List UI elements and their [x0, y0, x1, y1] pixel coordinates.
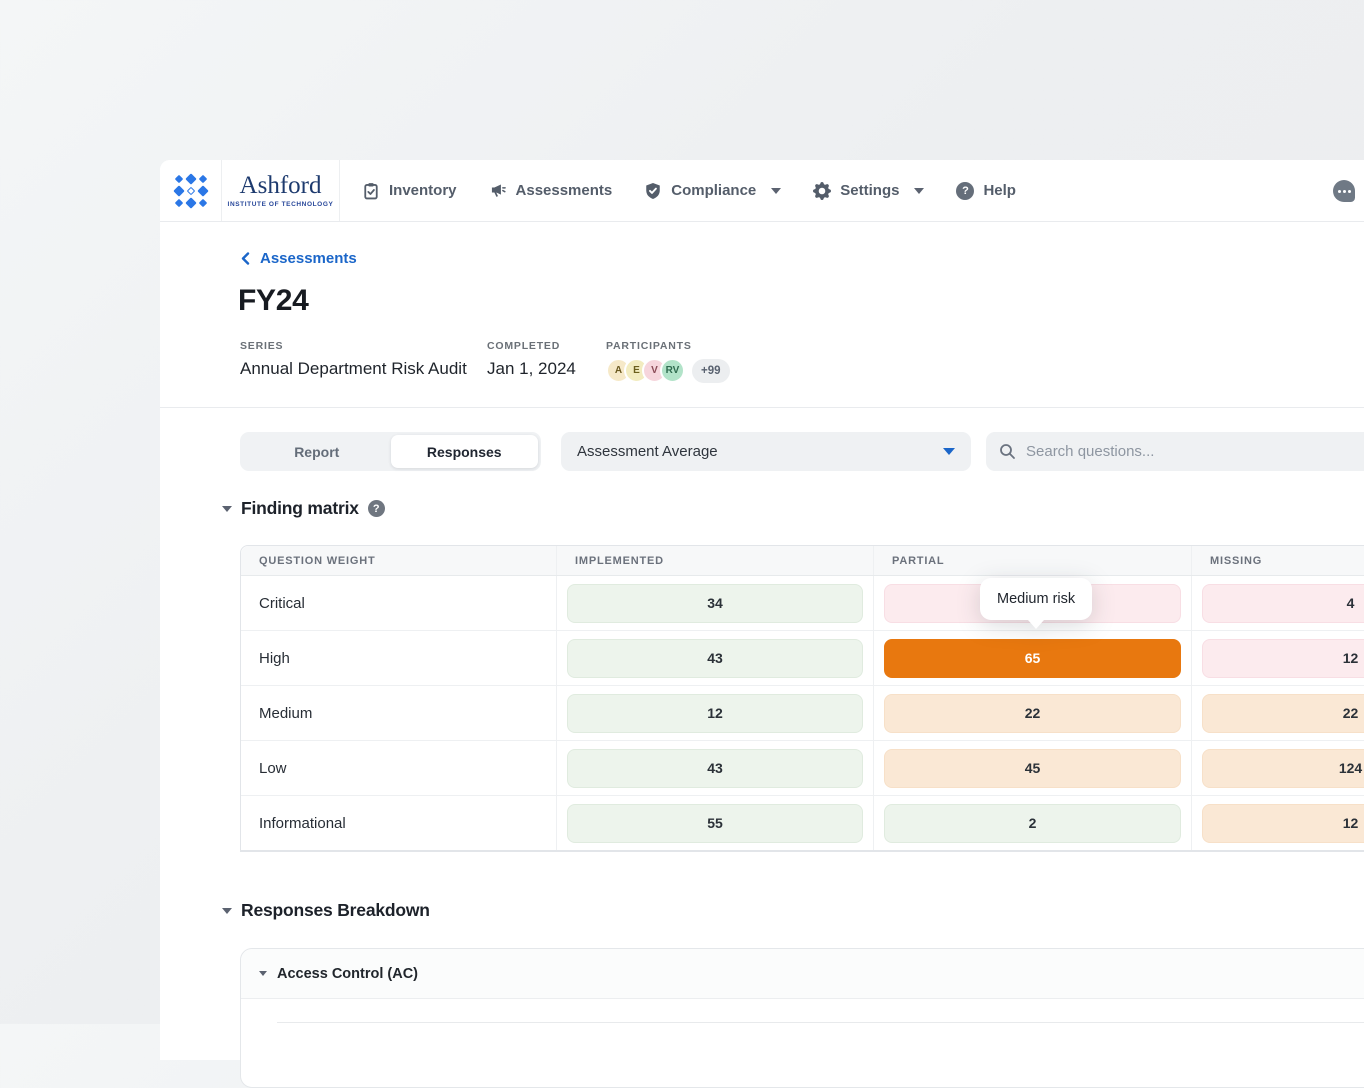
chevron-down-icon: [914, 188, 924, 194]
nav-item-label: Assessments: [516, 182, 613, 199]
collapse-triangle-icon: [259, 971, 267, 976]
avatar-overflow-badge[interactable]: +99: [692, 359, 730, 383]
logo-dots-icon: [174, 174, 208, 208]
completed-value: Jan 1, 2024: [487, 359, 576, 379]
matrix-cell[interactable]: 45: [884, 749, 1181, 788]
nav-item-help[interactable]: ? Help: [956, 182, 1016, 200]
page-title: FY24: [238, 284, 309, 318]
row-label: Low: [241, 760, 287, 777]
matrix-cell[interactable]: 124: [1202, 749, 1364, 788]
series-label: SERIES: [240, 340, 467, 352]
avatar-group: A E V RV +99: [606, 358, 730, 383]
column-header: PARTIAL: [873, 546, 1191, 575]
chevron-down-icon: [943, 448, 955, 455]
matrix-cell[interactable]: 43: [567, 749, 863, 788]
search-input[interactable]: [1026, 443, 1364, 460]
breadcrumb-label: Assessments: [260, 250, 357, 267]
avatar[interactable]: RV: [660, 358, 685, 383]
column-header: QUESTION WEIGHT: [241, 546, 556, 575]
finding-matrix-heading: Finding matrix ?: [222, 498, 385, 519]
tab-responses[interactable]: Responses: [391, 435, 539, 468]
search-box[interactable]: [986, 432, 1364, 471]
nav-item-compliance[interactable]: Compliance: [644, 182, 781, 200]
nav-item-inventory[interactable]: Inventory: [362, 182, 457, 200]
matrix-cell[interactable]: 55: [567, 804, 863, 843]
finding-matrix-table: QUESTION WEIGHT IMPLEMENTED PARTIAL MISS…: [240, 545, 1364, 852]
section-title: Finding matrix: [241, 498, 359, 519]
row-label: Medium: [241, 705, 312, 722]
row-label: Critical: [241, 595, 305, 612]
matrix-cell[interactable]: 4: [1202, 584, 1364, 623]
column-header: MISSING: [1191, 546, 1364, 575]
metric-dropdown-value: Assessment Average: [577, 443, 718, 460]
matrix-cell[interactable]: 43: [567, 639, 863, 678]
table-row: Medium 12 22 22: [241, 686, 1364, 741]
breadcrumb[interactable]: Assessments: [240, 250, 357, 267]
collapse-triangle-icon[interactable]: [222, 506, 232, 512]
tooltip-medium-risk: Medium risk: [980, 578, 1092, 620]
matrix-cell[interactable]: 34: [567, 584, 863, 623]
series-block: SERIES Annual Department Risk Audit: [240, 340, 467, 379]
table-row: Informational 55 2 12: [241, 796, 1364, 851]
section-title: Responses Breakdown: [241, 900, 430, 921]
brand-name: Ashford: [240, 173, 322, 198]
matrix-cell[interactable]: 2: [884, 804, 1181, 843]
chevron-down-icon: [771, 188, 781, 194]
nav-item-label: Settings: [840, 182, 899, 199]
logo-mark[interactable]: [160, 160, 222, 221]
view-tabs: Report Responses: [240, 432, 541, 471]
participants-label: PARTICIPANTS: [606, 340, 730, 352]
help-icon[interactable]: ?: [368, 500, 385, 517]
completed-label: COMPLETED: [487, 340, 576, 352]
matrix-cell[interactable]: 12: [567, 694, 863, 733]
brand[interactable]: Ashford INSTITUTE OF TECHNOLOGY: [222, 160, 340, 221]
matrix-cell[interactable]: 12: [1202, 639, 1364, 678]
matrix-cell[interactable]: 12: [1202, 804, 1364, 843]
row-label: Informational: [241, 815, 346, 832]
nav-item-settings[interactable]: Settings: [813, 182, 924, 200]
breakdown-card: Access Control (AC): [240, 948, 1364, 1088]
nav-item-label: Help: [983, 182, 1016, 199]
matrix-cell[interactable]: 22: [1202, 694, 1364, 733]
header-divider: [160, 407, 1364, 408]
app-window: Ashford INSTITUTE OF TECHNOLOGY Inventor…: [160, 160, 1364, 1060]
nav-item-label: Compliance: [671, 182, 756, 199]
desktop-background: { "nav": { "brand": "Ashford", "tagline"…: [0, 0, 1364, 1024]
completed-block: COMPLETED Jan 1, 2024: [487, 340, 576, 379]
participants-block: PARTICIPANTS A E V RV +99: [606, 340, 730, 383]
table-row: Low 43 45 124: [241, 741, 1364, 796]
help-icon: ?: [956, 182, 974, 200]
main-content: Assessments FY24 SERIES Annual Departmen…: [160, 222, 1364, 1024]
breakdown-group-header[interactable]: Access Control (AC): [241, 949, 1364, 999]
matrix-cell-selected[interactable]: 65: [884, 639, 1181, 678]
table-row: Critical 34 4: [241, 576, 1364, 631]
nav-item-assessments[interactable]: Assessments: [489, 182, 613, 200]
chat-bubble-icon[interactable]: [1333, 180, 1355, 202]
tooltip-label: Medium risk: [997, 591, 1075, 607]
column-header: IMPLEMENTED: [556, 546, 873, 575]
collapse-triangle-icon[interactable]: [222, 908, 232, 914]
row-label: High: [241, 650, 290, 667]
responses-breakdown-heading: Responses Breakdown: [222, 900, 430, 921]
brand-tagline: INSTITUTE OF TECHNOLOGY: [228, 201, 334, 208]
chevron-left-icon: [240, 252, 251, 265]
search-icon: [999, 443, 1016, 460]
table-header-row: QUESTION WEIGHT IMPLEMENTED PARTIAL MISS…: [241, 546, 1364, 576]
series-value: Annual Department Risk Audit: [240, 359, 467, 379]
shield-check-icon: [644, 182, 662, 200]
metric-dropdown[interactable]: Assessment Average: [561, 432, 971, 471]
top-nav: Ashford INSTITUTE OF TECHNOLOGY Inventor…: [160, 160, 1364, 222]
nav-item-label: Inventory: [389, 182, 457, 199]
clipboard-check-icon: [362, 182, 380, 200]
gear-icon: [813, 182, 831, 200]
megaphone-icon: [489, 182, 507, 200]
breakdown-group-title: Access Control (AC): [277, 966, 418, 982]
table-row: High 43 65 12: [241, 631, 1364, 686]
card-divider: [277, 1022, 1364, 1023]
matrix-cell[interactable]: 22: [884, 694, 1181, 733]
tab-report[interactable]: Report: [243, 435, 391, 468]
nav-items: Inventory Assessments Compliance Setti: [340, 160, 1016, 221]
